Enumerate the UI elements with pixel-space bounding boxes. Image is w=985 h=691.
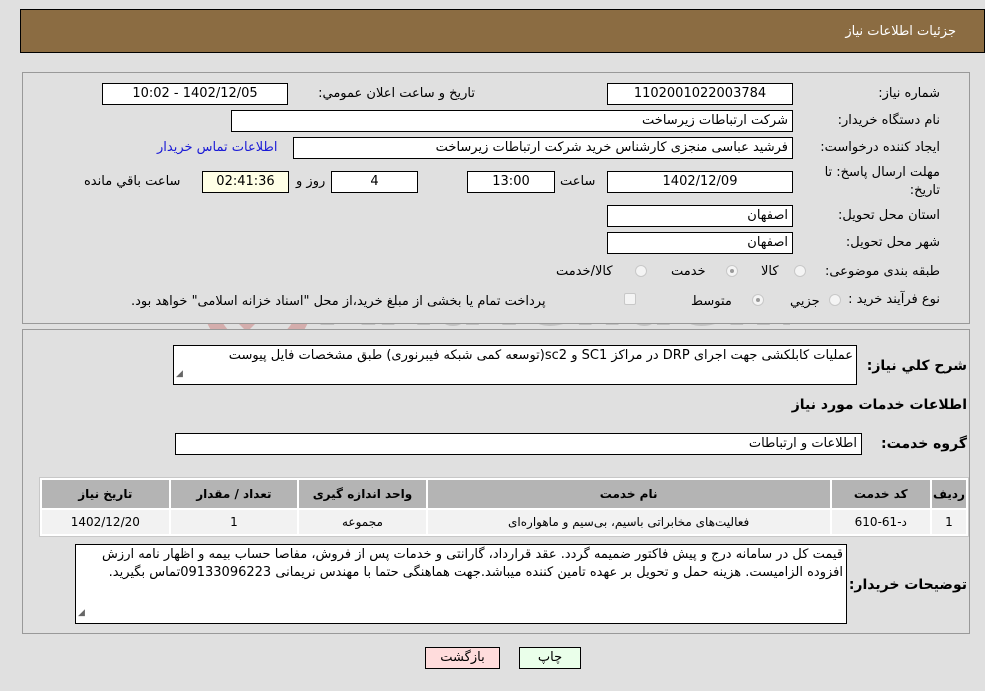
treasury-checkbox[interactable] — [624, 293, 636, 305]
buyer-contact-link[interactable]: اطلاعات تماس خريدار — [157, 140, 277, 155]
remaining-time-field: 02:41:36 — [202, 171, 289, 193]
category-label: طبقه بندی موضوعی: — [824, 264, 940, 279]
process-option-medium: متوسط — [691, 294, 732, 309]
buyer-notes-textarea[interactable]: قیمت کل در سامانه درج و پیش فاکتور ضمیمه… — [75, 544, 847, 624]
city-label: شهر محل تحویل: — [845, 235, 940, 250]
table-header-row: رديف کد خدمت نام خدمت واحد اندازه گيری ت… — [42, 480, 966, 508]
process-radio-minor[interactable] — [829, 294, 841, 306]
resize-grip-icon[interactable]: ◢ — [78, 604, 85, 622]
city-field: اصفهان — [607, 232, 793, 254]
resize-grip-icon[interactable]: ◢ — [176, 365, 183, 383]
col-service-code: کد خدمت — [831, 480, 930, 508]
deadline-label: مهلت ارسال پاسخ: تا تاریخ: — [824, 165, 940, 198]
category-radio-service[interactable] — [726, 265, 738, 277]
summary-text: عملیات کابلکشی جهت اجرای DRP در مراکز SC… — [228, 348, 853, 363]
buyer-org-label: نام دستگاه خريدار: — [837, 113, 940, 128]
cell-unit: مجموعه — [299, 510, 426, 534]
buyer-org-field: شرکت ارتباطات زیرساخت — [231, 110, 793, 132]
deadline-time-label: ساعت — [560, 174, 596, 189]
days-remaining-field: 4 — [331, 171, 418, 193]
category-option-goods-service: کالا/خدمت — [556, 264, 613, 279]
cell-service-code: د-61-610 — [831, 510, 930, 534]
need-number-label: شماره نیاز: — [878, 86, 940, 101]
cell-row-number: 1 — [931, 510, 966, 534]
buyer-notes-label: توضيحات خريدار: — [848, 577, 967, 593]
page-header: جزئیات اطلاعات نیاز — [20, 9, 985, 53]
back-button[interactable]: بازگشت — [425, 647, 500, 669]
summary-textarea[interactable]: عملیات کابلکشی جهت اجرای DRP در مراکز SC… — [173, 345, 857, 385]
announce-date-label: تاریخ و ساعت اعلان عمومي: — [318, 86, 475, 101]
table-row: 1 د-61-610 فعالیت‌های مخابراتی باسیم، بی… — [42, 510, 966, 534]
category-option-goods: کالا — [761, 264, 779, 279]
category-option-service: خدمت — [671, 264, 706, 279]
treasury-note: پرداخت تمام یا بخشی از مبلغ خرید،از محل … — [131, 294, 546, 309]
category-radio-goods[interactable] — [794, 265, 806, 277]
category-radio-goods-service[interactable] — [635, 265, 647, 277]
col-quantity: تعداد / مقدار — [170, 480, 298, 508]
province-field: اصفهان — [607, 205, 793, 227]
cell-quantity: 1 — [170, 510, 298, 534]
creator-field: فرشید عباسی منجزی کارشناس خرید شرکت ارتب… — [293, 137, 793, 159]
deadline-date-field: 1402/12/09 — [607, 171, 793, 193]
col-unit: واحد اندازه گيری — [299, 480, 426, 508]
services-table: رديف کد خدمت نام خدمت واحد اندازه گيری ت… — [39, 477, 969, 537]
province-label: استان محل تحویل: — [838, 208, 940, 223]
cell-service-name: فعالیت‌های مخابراتی باسیم، بی‌سیم و ماهو… — [427, 510, 830, 534]
summary-label: شرح کلي نياز: — [866, 358, 967, 374]
remaining-time-label: ساعت باقي مانده — [84, 174, 181, 189]
cell-need-date: 1402/12/20 — [42, 510, 169, 534]
service-group-field: اطلاعات و ارتباطات — [175, 433, 862, 455]
services-section-title: اطلاعات خدمات مورد نياز — [791, 397, 967, 413]
announce-date-field: 1402/12/05 - 10:02 — [102, 83, 288, 105]
creator-label: ایجاد کننده درخواست: — [820, 140, 940, 155]
process-radio-medium[interactable] — [752, 294, 764, 306]
process-label: نوع فرآیند خرید : — [848, 292, 940, 307]
service-group-label: گروه خدمت: — [881, 436, 967, 452]
col-row-number: رديف — [931, 480, 966, 508]
buyer-notes-text: قیمت کل در سامانه درج و پیش فاکتور ضمیمه… — [102, 547, 843, 580]
col-need-date: تاريخ نياز — [42, 480, 169, 508]
days-label: روز و — [296, 174, 326, 189]
need-number-field: 1102001022003784 — [607, 83, 793, 105]
deadline-time-field: 13:00 — [467, 171, 555, 193]
page-title: جزئیات اطلاعات نیاز — [845, 23, 956, 39]
col-service-name: نام خدمت — [427, 480, 830, 508]
process-option-minor: جزيي — [790, 294, 820, 309]
print-button[interactable]: چاپ — [519, 647, 581, 669]
